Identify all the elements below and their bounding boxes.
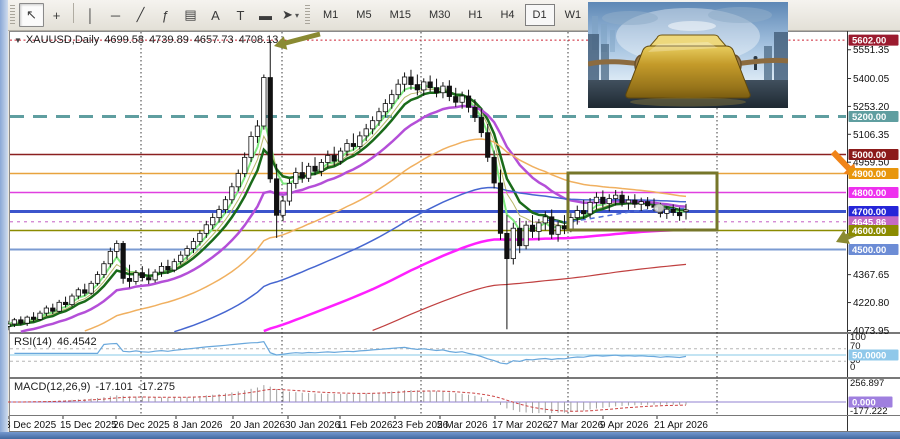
symbol-dropdown-icon[interactable]: ▼ — [14, 36, 22, 45]
timeframe-M5-button[interactable]: M5 — [348, 4, 379, 26]
tool-arrow-objects-button[interactable]: ➤▾ — [278, 3, 303, 27]
symbol-name: XAUUSD,Daily — [26, 34, 99, 46]
window-left-edge — [0, 0, 8, 439]
svg-text:15 Dec 2025: 15 Dec 2025 — [60, 420, 117, 431]
rsi-current-value: 46.4542 — [57, 336, 97, 348]
timeframe-W1-button[interactable]: W1 — [557, 4, 590, 26]
tool-text-label-button[interactable]: T — [228, 3, 253, 27]
svg-text:4220.80: 4220.80 — [853, 298, 890, 309]
open-value: 4699.58 — [104, 34, 144, 46]
low-value: 4657.73 — [194, 34, 234, 46]
svg-text:11 Feb 2026: 11 Feb 2026 — [337, 420, 393, 431]
svg-text:9 Apr 2026: 9 Apr 2026 — [600, 420, 649, 431]
svg-text:17 Mar 2026: 17 Mar 2026 — [492, 420, 549, 431]
drawing-tools-group: ↖+ │─╱ƒ▤AT▬➤▾ — [19, 3, 303, 27]
svg-text:4800.00: 4800.00 — [852, 188, 886, 199]
timeframe-H4-button[interactable]: H4 — [492, 4, 522, 26]
svg-text:26 Dec 2025: 26 Dec 2025 — [113, 420, 170, 431]
tool-vertical-line-button[interactable]: │ — [78, 3, 103, 27]
svg-text:8 Jan 2026: 8 Jan 2026 — [173, 420, 223, 431]
tool-cursor-button[interactable]: ↖ — [19, 3, 44, 27]
rsi-indicator-label: RSI(14) 46.4542 — [14, 336, 102, 348]
high-value: 4739.89 — [149, 34, 189, 46]
svg-text:4600.00: 4600.00 — [852, 226, 886, 237]
trading-terminal-window: ↖+ │─╱ƒ▤AT▬➤▾ M1M5M15M30H1H4D1W1MN 5551.3… — [0, 0, 900, 439]
svg-text:3 Dec 2025: 3 Dec 2025 — [5, 420, 57, 431]
macd-indicator-label: MACD(12,26,9) -17.101 -17.275 — [14, 381, 180, 393]
macd-name: MACD(12,26,9) — [14, 381, 90, 393]
svg-text:4900.00: 4900.00 — [852, 169, 886, 180]
svg-text:5000.00: 5000.00 — [852, 150, 886, 161]
tool-trendline-button[interactable]: ╱ — [128, 3, 153, 27]
svg-text:4367.65: 4367.65 — [853, 270, 890, 281]
tool-rectangle-tool-button[interactable]: ▬ — [253, 3, 278, 27]
svg-text:5200.00: 5200.00 — [852, 112, 886, 123]
tool-crosshair-button[interactable]: + — [44, 3, 69, 27]
svg-text:5400.05: 5400.05 — [853, 74, 890, 85]
toolbar-grip-2[interactable] — [305, 5, 310, 25]
gold-bar-image — [588, 2, 788, 108]
rsi-name: RSI(14) — [14, 336, 52, 348]
svg-text:5602.00: 5602.00 — [852, 36, 886, 47]
svg-text:4500.00: 4500.00 — [852, 245, 886, 256]
tool-horizontal-line-button[interactable]: ─ — [103, 3, 128, 27]
tool-fibonacci-retracement-button[interactable]: ƒ — [153, 3, 178, 27]
svg-text:5 Mar 2026: 5 Mar 2026 — [437, 420, 488, 431]
tool-fibonacci-lines-button[interactable]: ▤ — [178, 3, 203, 27]
svg-text:20 Jan 2026: 20 Jan 2026 — [230, 420, 285, 431]
svg-text:5551.35: 5551.35 — [853, 45, 890, 56]
timeframe-M30-button[interactable]: M30 — [421, 4, 458, 26]
timeframe-H1-button[interactable]: H1 — [460, 4, 490, 26]
macd-signal-value: -17.275 — [138, 381, 175, 393]
toolbar-grip[interactable] — [10, 5, 15, 25]
macd-current-value: -17.101 — [95, 381, 132, 393]
svg-text:0: 0 — [850, 362, 855, 373]
timeframe-M15-button[interactable]: M15 — [382, 4, 419, 26]
ellipse-marker[interactable] — [654, 204, 664, 212]
svg-text:5106.35: 5106.35 — [853, 130, 890, 141]
timeframe-D1-button[interactable]: D1 — [525, 4, 555, 26]
close-value: 4708.13 — [239, 34, 279, 46]
svg-text:256.897: 256.897 — [850, 378, 884, 389]
timeframes-group: M1M5M15M30H1H4D1W1MN — [314, 4, 625, 26]
window-bottom-edge — [0, 432, 900, 439]
timeframe-M1-button[interactable]: M1 — [315, 4, 346, 26]
svg-text:50.0000: 50.0000 — [852, 351, 886, 362]
svg-text:21 Apr 2026: 21 Apr 2026 — [654, 420, 708, 431]
svg-text:0.000: 0.000 — [852, 398, 876, 409]
svg-text:27 Mar 2026: 27 Mar 2026 — [547, 420, 604, 431]
toolbar-separator — [73, 3, 74, 23]
symbol-ohlc-header[interactable]: ▼ XAUUSD,Daily 4699.58 4739.89 4657.73 4708.1… — [14, 34, 283, 46]
dropdown-arrow-icon[interactable]: ▾ — [295, 11, 299, 20]
tool-text-button[interactable]: A — [203, 3, 228, 27]
svg-text:30 Jan 2026: 30 Jan 2026 — [285, 420, 340, 431]
